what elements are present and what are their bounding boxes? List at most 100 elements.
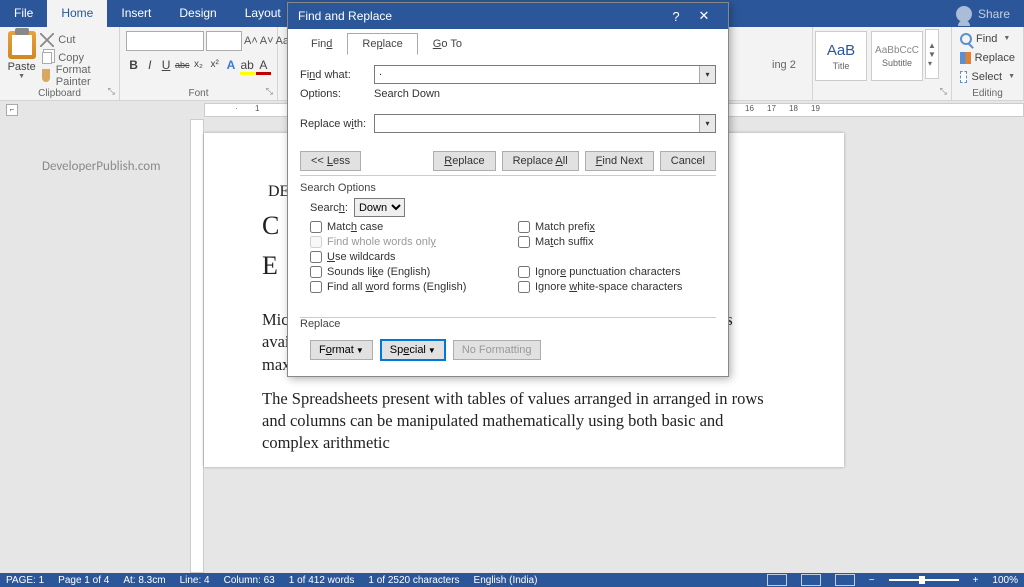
read-mode-button[interactable] <box>767 574 787 586</box>
vertical-ruler[interactable] <box>190 119 204 573</box>
style-subtitle[interactable]: AaBbCcC Subtitle <box>871 31 923 81</box>
partial-style-name: ing 2 <box>772 27 812 100</box>
replace-with-label: Replace with: <box>300 118 374 130</box>
help-button[interactable]: ? <box>662 9 690 24</box>
doc-paragraph-2: The Spreadsheets present with tables of … <box>262 388 776 455</box>
format-button[interactable]: Format▼ <box>310 340 373 360</box>
match-suffix-checkbox[interactable]: Match suffix <box>518 236 716 248</box>
status-at[interactable]: At: 8.3cm <box>123 575 165 586</box>
replace-button[interactable]: Replace <box>958 49 1017 66</box>
bold-button[interactable]: B <box>126 55 141 75</box>
tab-find[interactable]: Find <box>296 33 347 55</box>
paste-label: Paste <box>8 61 36 73</box>
tab-design[interactable]: Design <box>165 0 230 27</box>
paste-button[interactable]: Paste ▼ <box>6 29 37 84</box>
match-prefix-checkbox[interactable]: Match prefix <box>518 221 716 233</box>
strike-button[interactable]: abc <box>175 55 190 75</box>
italic-button[interactable]: I <box>142 55 157 75</box>
styles-group: AaB Title AaBbCcC Subtitle ▲▼▾ ⤡ <box>812 27 952 100</box>
status-column[interactable]: Column: 63 <box>224 575 275 586</box>
less-button[interactable]: << Less <box>300 151 361 171</box>
search-direction-select[interactable]: Down <box>354 198 405 217</box>
paste-icon <box>8 31 36 59</box>
editing-group: Find▼ Replace Select▼ Editing <box>952 27 1024 100</box>
font-launcher-icon[interactable]: ⤡ <box>266 86 273 97</box>
user-icon <box>956 6 972 22</box>
highlight-button[interactable]: ab <box>240 55 255 75</box>
sounds-like-checkbox[interactable]: Sounds like (English) <box>310 266 508 278</box>
no-formatting-button: No Formatting <box>453 340 541 360</box>
copy-icon <box>42 52 52 64</box>
format-painter-button[interactable]: Format Painter <box>37 67 113 84</box>
find-next-button[interactable]: Find Next <box>585 151 654 171</box>
font-color-button[interactable]: A <box>256 55 271 75</box>
dropdown-icon[interactable]: ▾ <box>699 115 715 132</box>
replace-all-button[interactable]: Replace All <box>502 151 579 171</box>
status-page-of[interactable]: Page 1 of 4 <box>58 575 109 586</box>
font-name-input[interactable] <box>126 31 204 51</box>
zoom-slider[interactable] <box>889 579 959 581</box>
options-label: Options: <box>300 88 374 100</box>
find-button[interactable]: Find▼ <box>958 30 1017 47</box>
status-chars[interactable]: 1 of 2520 characters <box>368 575 459 586</box>
word-forms-checkbox[interactable]: Find all word forms (English) <box>310 281 508 293</box>
share-button[interactable]: Share <box>978 7 1010 21</box>
text-effects-button[interactable]: A <box>223 55 238 75</box>
dropdown-icon[interactable]: ▾ <box>699 66 715 83</box>
tab-insert[interactable]: Insert <box>107 0 165 27</box>
tab-replace[interactable]: Replace <box>347 33 417 55</box>
select-button[interactable]: Select▼ <box>958 68 1017 85</box>
grow-font-button[interactable]: A˄ <box>244 32 258 50</box>
clipboard-launcher-icon[interactable]: ⤡ <box>108 86 115 97</box>
replace-with-input[interactable]: ▾ <box>374 114 716 133</box>
status-bar: PAGE: 1 Page 1 of 4 At: 8.3cm Line: 4 Co… <box>0 573 1024 587</box>
status-page[interactable]: PAGE: 1 <box>6 575 44 586</box>
replace-one-button[interactable]: Replace <box>433 151 495 171</box>
find-icon <box>960 33 972 45</box>
zoom-out-button[interactable]: − <box>869 575 875 586</box>
search-direction-label: Search: <box>310 202 348 214</box>
font-size-input[interactable] <box>206 31 242 51</box>
replace-icon <box>960 52 971 64</box>
underline-button[interactable]: U <box>158 55 173 75</box>
shrink-font-button[interactable]: A˅ <box>260 32 274 50</box>
tab-layout[interactable]: Layout <box>231 0 295 27</box>
ignore-whitespace-checkbox[interactable]: Ignore white-space characters <box>518 281 716 293</box>
status-language[interactable]: English (India) <box>474 575 538 586</box>
styles-launcher-icon[interactable]: ⤡ <box>940 86 947 97</box>
zoom-level[interactable]: 100% <box>992 575 1018 586</box>
status-words[interactable]: 1 of 412 words <box>289 575 355 586</box>
cut-button[interactable]: Cut <box>37 31 113 48</box>
special-button[interactable]: Special▼ <box>381 340 445 360</box>
chevron-down-icon: ▼ <box>1008 73 1015 80</box>
cut-icon <box>40 33 54 47</box>
web-layout-button[interactable] <box>835 574 855 586</box>
chevron-down-icon: ▼ <box>1003 35 1010 42</box>
dialog-titlebar[interactable]: Find and Replace ? ✕ <box>288 3 728 29</box>
close-button[interactable]: ✕ <box>690 8 718 24</box>
styles-more-button[interactable]: ▲▼▾ <box>925 29 939 79</box>
cancel-button[interactable]: Cancel <box>660 151 716 171</box>
superscript-button[interactable]: x² <box>207 55 222 75</box>
style-title[interactable]: AaB Title <box>815 31 867 81</box>
wildcards-checkbox[interactable]: Use wildcards <box>310 251 508 263</box>
find-what-input[interactable]: .▾ <box>374 65 716 84</box>
editing-group-label: Editing <box>952 88 1023 99</box>
ignore-punct-checkbox[interactable]: Ignore punctuation characters <box>518 266 716 278</box>
subscript-button[interactable]: x₂ <box>191 55 206 75</box>
options-value: Search Down <box>374 88 440 100</box>
print-layout-button[interactable] <box>801 574 821 586</box>
dialog-tabs: Find Replace Go To <box>288 29 728 55</box>
tab-goto[interactable]: Go To <box>418 33 477 55</box>
zoom-in-button[interactable]: + <box>973 575 979 586</box>
whole-words-checkbox: Find whole words only <box>310 236 508 248</box>
chevron-down-icon: ▼ <box>18 73 25 80</box>
status-line[interactable]: Line: 4 <box>180 575 210 586</box>
replace-section-label: Replace <box>300 318 344 330</box>
find-what-label: Find what: <box>300 69 374 81</box>
search-options-label: Search Options <box>300 182 716 194</box>
file-tab[interactable]: File <box>0 0 47 27</box>
tab-home[interactable]: Home <box>47 0 107 27</box>
tab-selector[interactable]: ⌐ <box>6 104 18 116</box>
match-case-checkbox[interactable]: Match case <box>310 221 508 233</box>
